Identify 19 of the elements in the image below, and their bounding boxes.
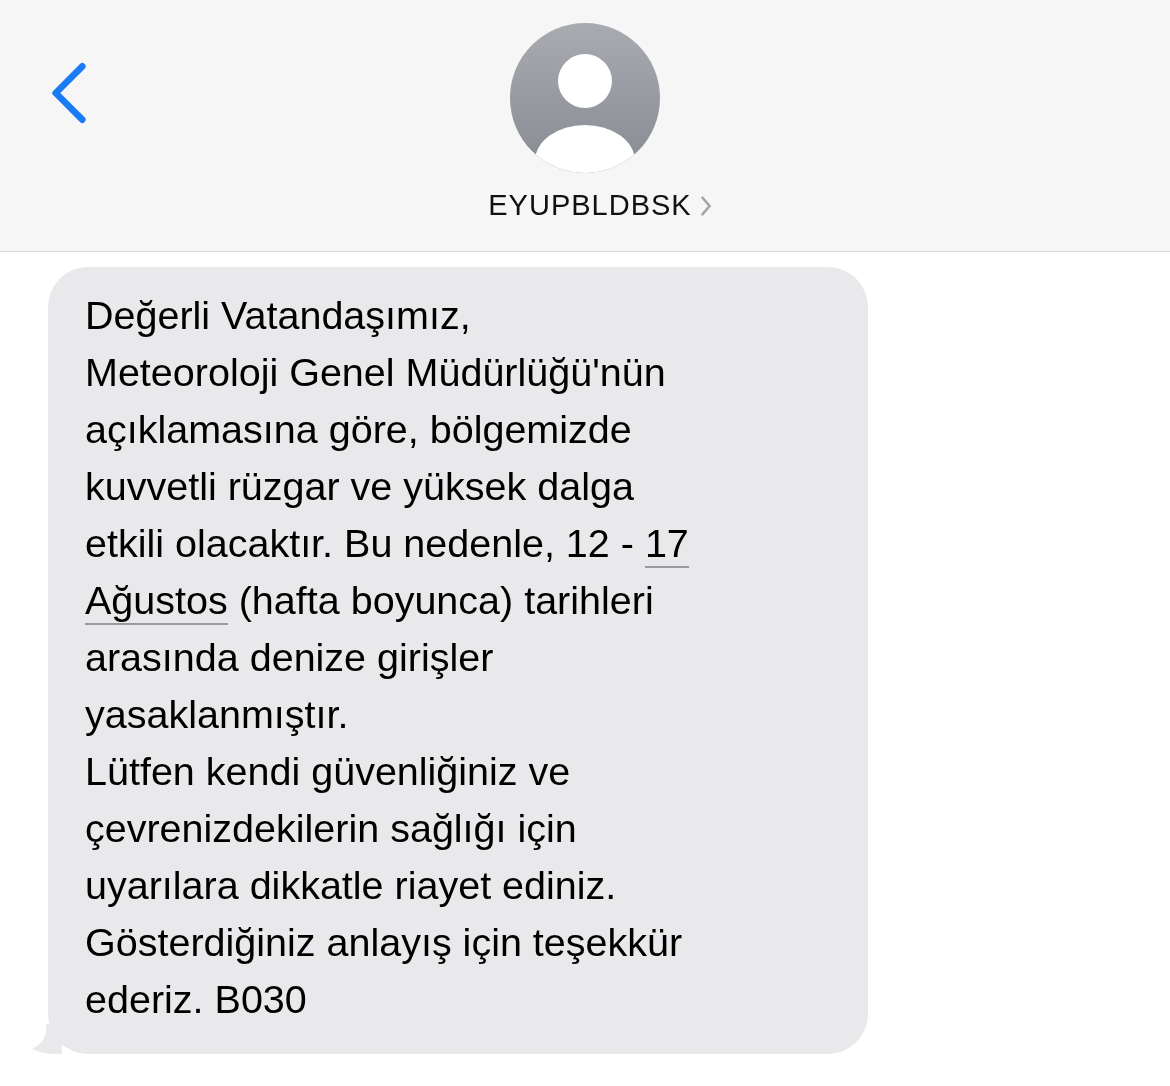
chevron-icon[interactable] [699, 194, 712, 217]
avatar-icon[interactable] [510, 23, 660, 173]
message-text: uyarılara dikkatle riayet ediniz. [85, 862, 617, 909]
contact-name[interactable]: EYUPBLDBSK [488, 189, 692, 222]
message-text: Gösterdiğiniz anlayış için teşekkür [85, 919, 683, 966]
message-text: Lütfen kendi güvenliğiniz ve [85, 748, 571, 795]
message-text: (hafta boyunca) tarihleri [237, 577, 654, 624]
date-link[interactable]: Ağustos [85, 577, 228, 625]
message-text: Değerli Vatandaşımız, [85, 292, 471, 339]
message-text: arasında denize girişler [85, 634, 494, 681]
message-text: yasaklanmıştır. [85, 691, 349, 738]
message-text: Meteoroloji Genel Müdürlüğü'nün [85, 349, 666, 396]
date-link[interactable]: 17 [644, 520, 689, 568]
back-icon[interactable] [50, 62, 88, 124]
message-text: çevrenizdekilerin sağlığı için [85, 805, 577, 852]
message-text: etkili olacaktır. Bu nedenle, 12 - [85, 520, 635, 567]
message-text: kuvvetli rüzgar ve yüksek dalga [85, 463, 634, 510]
message-text: ederiz. B030 [85, 976, 307, 1023]
message-text: açıklamasına göre, bölgemizde [85, 406, 632, 453]
